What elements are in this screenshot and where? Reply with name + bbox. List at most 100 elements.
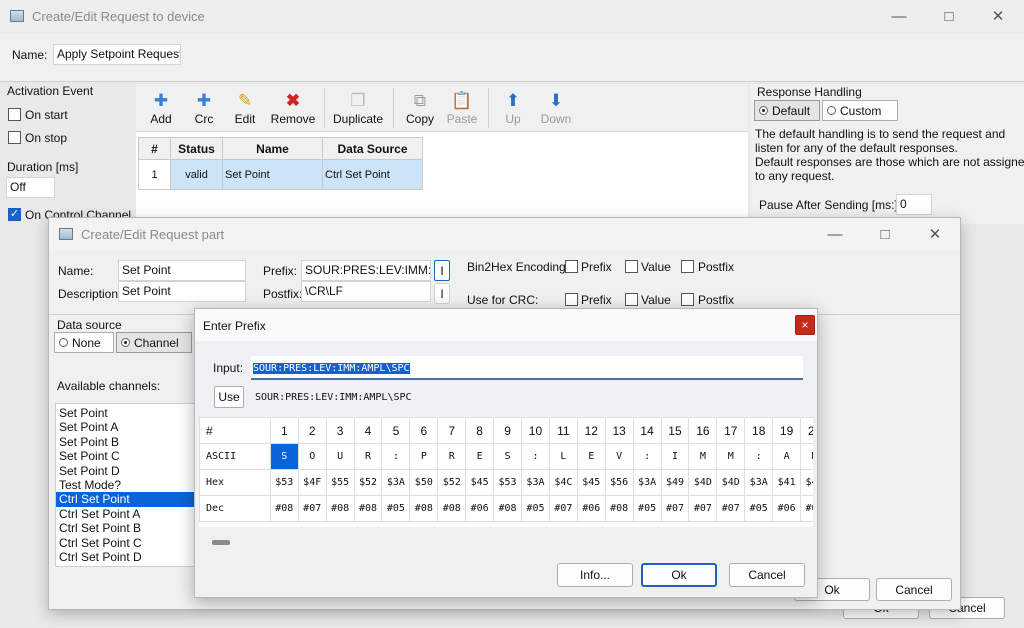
grid-cell[interactable]: 17 xyxy=(716,417,746,444)
grid-cell[interactable]: #08 xyxy=(325,495,355,522)
grid-cell[interactable]: #07 xyxy=(297,495,327,522)
grid-cell[interactable]: 1 xyxy=(269,417,299,444)
grid-cell[interactable]: #05 xyxy=(521,495,550,522)
grid-cell[interactable]: 19 xyxy=(772,417,802,444)
list-item[interactable]: Set Point B xyxy=(56,435,198,449)
grid-cell[interactable]: R xyxy=(353,443,383,470)
prefix-input-field[interactable]: SOUR:PRES:LEV:IMM:AMPL\SPC xyxy=(251,356,803,380)
grid-cell[interactable]: $4D xyxy=(800,469,813,496)
bin2hex-prefix-checkbox[interactable] xyxy=(565,260,578,273)
grid-cell[interactable]: 11 xyxy=(548,417,578,444)
grid-cell[interactable]: $3A xyxy=(381,469,411,496)
grid-cell[interactable]: 12 xyxy=(576,417,606,444)
grid-cell[interactable]: $50 xyxy=(409,469,439,496)
list-item[interactable]: Set Point C xyxy=(56,449,198,463)
encoding-grid-wrap[interactable]: #123456789101112131415161718192021ASCIIS… xyxy=(199,417,813,527)
down-button[interactable]: ⬇ Down xyxy=(538,90,574,126)
list-item-selected[interactable]: Ctrl Set Point xyxy=(56,492,198,507)
grid-cell[interactable]: 9 xyxy=(493,417,522,444)
list-item[interactable]: Ctrl Set Point C xyxy=(56,536,198,550)
duplicate-button[interactable]: ❐ Duplicate xyxy=(330,90,386,126)
grid-cell[interactable]: S xyxy=(269,443,299,470)
grid-cell[interactable]: 5 xyxy=(381,417,411,444)
custom-radio[interactable]: Custom xyxy=(822,100,898,121)
prefix-input[interactable]: SOUR:PRES:LEV:IMM:AMPL\SPC xyxy=(301,260,431,281)
channel-radio[interactable]: Channel xyxy=(116,332,192,353)
grid-cell[interactable]: 6 xyxy=(409,417,439,444)
grid-cell[interactable]: $45 xyxy=(576,469,606,496)
list-item[interactable]: Test Mode? xyxy=(56,478,198,492)
on-stop-checkbox[interactable] xyxy=(8,131,21,144)
grid-cell[interactable]: 14 xyxy=(632,417,662,444)
grid-cell[interactable]: E xyxy=(465,443,495,470)
grid-cell[interactable]: O xyxy=(297,443,327,470)
grid-cell[interactable]: I xyxy=(660,443,690,470)
postfix-browse-button[interactable]: I xyxy=(434,283,450,304)
list-item[interactable]: Set Point xyxy=(56,406,198,420)
postfix-input[interactable]: \CR\LF xyxy=(301,281,431,302)
duration-input[interactable]: Off xyxy=(6,177,55,198)
grid-cell[interactable]: 18 xyxy=(744,417,774,444)
on-control-channel-checkbox[interactable]: ✓ xyxy=(8,208,21,221)
grid-cell[interactable]: #08 xyxy=(269,495,299,522)
grid-cell[interactable]: P xyxy=(409,443,439,470)
list-item[interactable]: Set Point D xyxy=(56,464,198,478)
grid-cell[interactable]: $4F xyxy=(297,469,327,496)
add-button[interactable]: ✚ Add xyxy=(146,90,176,126)
grid-cell[interactable]: #08 xyxy=(493,495,522,522)
crc-value-checkbox[interactable] xyxy=(625,293,638,306)
info-button[interactable]: Info... xyxy=(557,563,633,587)
grid-cell[interactable]: M xyxy=(716,443,746,470)
grid-cell[interactable]: V xyxy=(604,443,634,470)
channel-list[interactable]: Set Point Set Point A Set Point B Set Po… xyxy=(55,403,199,567)
part-cancel-button[interactable]: Cancel xyxy=(876,578,952,601)
request-name-input[interactable]: Apply Setpoint Request xyxy=(53,44,181,65)
grid-cell[interactable]: 4 xyxy=(353,417,383,444)
minimize-icon[interactable]: — xyxy=(812,218,858,250)
paste-button[interactable]: 📋 Paste xyxy=(444,90,480,126)
none-radio[interactable]: None xyxy=(54,332,114,353)
copy-button[interactable]: ⧉ Copy xyxy=(402,90,438,126)
part-name-input[interactable]: Set Point xyxy=(118,260,246,281)
maximize-icon[interactable]: □ xyxy=(862,218,908,250)
on-start-checkbox[interactable] xyxy=(8,108,21,121)
crc-prefix-checkbox[interactable] xyxy=(565,293,578,306)
grid-cell[interactable]: #07 xyxy=(716,495,746,522)
grid-cell[interactable]: R xyxy=(437,443,467,470)
list-item[interactable]: Ctrl Set Point B xyxy=(56,521,198,535)
crc-button[interactable]: ✚ Crc xyxy=(189,90,219,126)
grid-cell[interactable]: #08 xyxy=(409,495,439,522)
prefix-browse-button[interactable]: I xyxy=(434,260,450,281)
list-item[interactable]: Ctrl Set Point A xyxy=(56,507,198,521)
close-icon[interactable]: ✕ xyxy=(912,218,958,250)
grid-cell[interactable]: #07 xyxy=(548,495,578,522)
grid-cell[interactable]: E xyxy=(576,443,606,470)
grid-cell[interactable]: A xyxy=(772,443,802,470)
grid-cell[interactable]: $3A xyxy=(632,469,662,496)
grid-cell[interactable]: #05 xyxy=(381,495,411,522)
grid-cell[interactable]: $56 xyxy=(604,469,634,496)
grid-cell[interactable]: #06 xyxy=(465,495,495,522)
grid-cell[interactable]: 13 xyxy=(604,417,634,444)
prefix-cancel-button[interactable]: Cancel xyxy=(729,563,805,587)
grid-cell[interactable]: U xyxy=(325,443,355,470)
list-item[interactable]: Ctrl Set Point D xyxy=(56,550,198,564)
grid-cell[interactable]: $45 xyxy=(465,469,495,496)
default-radio[interactable]: Default xyxy=(754,100,820,121)
grid-cell[interactable]: $41 xyxy=(772,469,802,496)
grid-cell[interactable]: 20 xyxy=(800,417,813,444)
up-button[interactable]: ⬆ Up xyxy=(498,90,528,126)
grid-cell[interactable]: 10 xyxy=(521,417,550,444)
grid-cell[interactable]: 2 xyxy=(297,417,327,444)
grid-cell[interactable]: $3A xyxy=(744,469,774,496)
bin2hex-value-checkbox[interactable] xyxy=(625,260,638,273)
grid-cell[interactable]: $3A xyxy=(521,469,550,496)
grid-cell[interactable]: : xyxy=(521,443,550,470)
use-button[interactable]: Use xyxy=(214,386,244,408)
grid-cell[interactable]: #07 xyxy=(800,495,813,522)
crc-postfix-checkbox[interactable] xyxy=(681,293,694,306)
remove-button[interactable]: ✖ Remove xyxy=(268,90,318,126)
grid-cell[interactable]: $55 xyxy=(325,469,355,496)
grid-cell[interactable]: $49 xyxy=(660,469,690,496)
grid-cell[interactable]: : xyxy=(744,443,774,470)
